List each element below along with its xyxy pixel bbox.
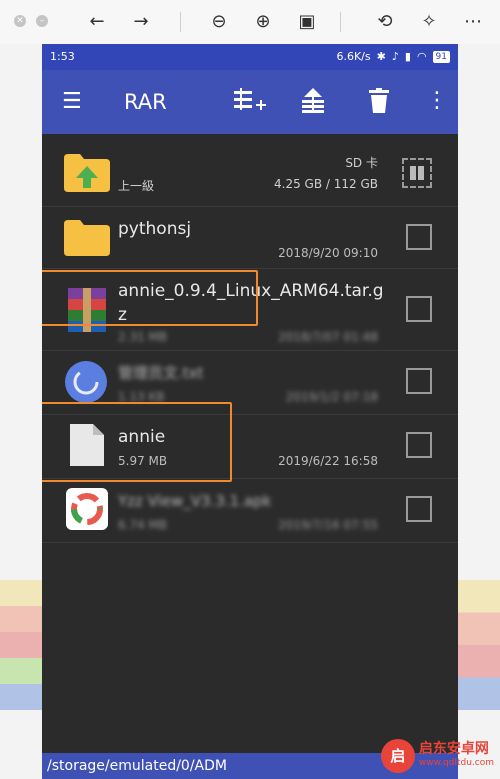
file-checkbox[interactable] xyxy=(406,368,432,394)
viewer-toolbar: ✕ – ← → ⊖ ⊕ ▣ ⟲ ✧ ⋯ xyxy=(0,0,500,44)
forward-arrow-icon[interactable]: → xyxy=(130,11,152,33)
app-icon xyxy=(66,488,108,534)
magic-wand-icon[interactable]: ✧ xyxy=(418,11,440,33)
file-checkbox[interactable] xyxy=(406,432,432,458)
toolbar-divider xyxy=(180,12,181,32)
extract-icon[interactable] xyxy=(300,88,326,121)
file-size: 2.31 MB xyxy=(118,330,168,344)
rotate-icon[interactable]: ⟲ xyxy=(374,11,396,33)
back-arrow-icon[interactable]: ← xyxy=(86,11,108,33)
app-bar: ☰ RAR ⋮ xyxy=(42,70,458,134)
hamburger-menu-icon[interactable]: ☰ xyxy=(62,90,82,114)
file-name: 管理员文.txt xyxy=(118,364,204,382)
watermark-url: www.qdltdu.com xyxy=(418,758,494,768)
file-size: 1.13 KB xyxy=(118,390,165,404)
watermark: 启 启东安卓网 www.qdltdu.com xyxy=(380,739,494,773)
file-size: 6.74 MB xyxy=(118,518,168,532)
file-name: pythonsj xyxy=(118,219,192,239)
more-icon[interactable]: ⋯ xyxy=(462,11,484,33)
zoom-in-icon[interactable]: ⊕ xyxy=(252,11,274,33)
watermark-text-block: 启东安卓网 www.qdltdu.com xyxy=(419,742,494,770)
bluetooth-icon: ✱ xyxy=(376,50,386,63)
list-item-text-file[interactable]: 管理员文.txt 1.13 KB 2019/1/2 07:18 xyxy=(42,350,458,415)
file-date: 2018/7/07 01:48 xyxy=(278,330,378,344)
file-date: 2019/6/22 16:58 xyxy=(278,454,378,468)
list-item-apk[interactable]: Yzz View_V3.3.1.apk 6.74 MB 2019/7/16 07… xyxy=(42,478,458,543)
file-checkbox[interactable] xyxy=(406,296,432,322)
toolbar-divider xyxy=(340,12,341,32)
actual-size-icon[interactable]: ▣ xyxy=(296,11,318,33)
list-item-folder[interactable]: pythonsj 2018/9/20 09:10 xyxy=(42,206,458,269)
trash-icon[interactable] xyxy=(368,88,390,121)
file-date: 2018/9/20 09:10 xyxy=(278,246,378,260)
status-bar: 1:53 6.6K/s ✱ ♪ ▮ ◠ 91 xyxy=(42,44,458,70)
storage-label: SD 卡 xyxy=(345,156,378,170)
file-checkbox[interactable] xyxy=(406,224,432,250)
file-name-line-2: z xyxy=(118,305,127,325)
wifi-icon: ◠ xyxy=(416,50,427,63)
rar-archive-icon xyxy=(68,288,106,336)
battery-icon: 91 xyxy=(432,50,450,63)
storage-size: 4.25 GB / 112 GB xyxy=(274,177,378,191)
add-to-archive-icon[interactable] xyxy=(234,88,268,121)
overflow-menu-icon[interactable]: ⋮ xyxy=(426,88,448,114)
folder-up-icon xyxy=(64,152,110,196)
select-all-checkbox[interactable] xyxy=(402,158,432,188)
list-item-archive[interactable]: annie_0.9.4_Linux_ARM64.tar.g z 2.31 MB … xyxy=(42,268,458,351)
background-strip-left xyxy=(0,580,42,710)
mute-icon: ♪ xyxy=(391,50,399,63)
status-indicators: 6.6K/s ✱ ♪ ▮ ◠ 91 xyxy=(336,50,450,63)
status-time: 1:53 xyxy=(50,50,75,63)
watermark-logo: 启 xyxy=(380,739,415,773)
close-window-icon[interactable]: ✕ xyxy=(14,15,26,27)
phone-screen: 1:53 6.6K/s ✱ ♪ ▮ ◠ 91 ☰ RAR ⋮ 上一級 SD 卡 … xyxy=(42,44,458,779)
parent-folder-label: 上一級 xyxy=(118,179,155,193)
loading-file-icon xyxy=(64,360,108,408)
file-size: 5.97 MB xyxy=(118,454,168,468)
file-name-line-1: annie_0.9.4_Linux_ARM64.tar.g xyxy=(118,281,384,301)
file-name: annie xyxy=(118,427,166,447)
signal-icon: ▮ xyxy=(404,50,411,63)
background-strip-right xyxy=(458,580,500,710)
zoom-out-icon[interactable]: ⊖ xyxy=(208,11,230,33)
folder-icon xyxy=(64,218,110,260)
list-item-parent-folder[interactable]: 上一級 SD 卡 4.25 GB / 112 GB xyxy=(42,134,458,207)
file-date: 2019/7/16 07:55 xyxy=(278,518,378,532)
watermark-title: 启东安卓网 xyxy=(418,741,489,757)
list-item-binary-file[interactable]: annie 5.97 MB 2019/6/22 16:58 xyxy=(42,414,458,479)
network-speed: 6.6K/s xyxy=(336,50,371,63)
file-date: 2019/1/2 07:18 xyxy=(285,390,378,404)
file-name: Yzz View_V3.3.1.apk xyxy=(118,492,272,510)
file-checkbox[interactable] xyxy=(406,496,432,522)
minimize-window-icon[interactable]: – xyxy=(36,15,48,27)
app-title: RAR xyxy=(124,90,167,114)
document-icon xyxy=(70,424,104,470)
